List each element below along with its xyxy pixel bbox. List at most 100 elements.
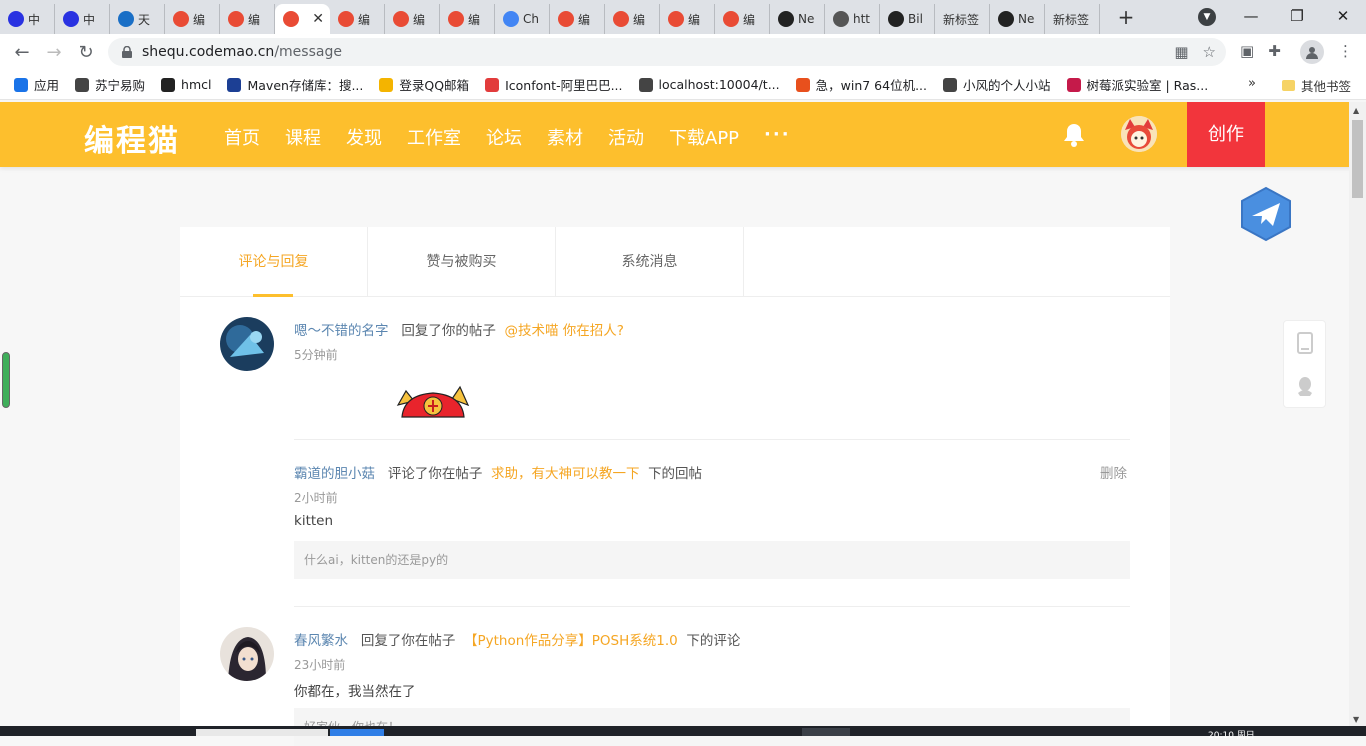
avatar[interactable]: [220, 627, 274, 681]
delete-button[interactable]: 删除: [1100, 462, 1127, 482]
close-window-icon[interactable]: ✕: [1320, 0, 1366, 32]
scroll-up-icon[interactable]: ▲: [1353, 106, 1359, 115]
create-button[interactable]: 创作: [1187, 102, 1265, 167]
browser-tab[interactable]: htt: [825, 4, 880, 34]
bookmark-icon: [1066, 77, 1081, 92]
browser-tab[interactable]: 编: [660, 4, 715, 34]
browser-tab[interactable]: Ch: [495, 4, 550, 34]
nav-item[interactable]: 首页: [224, 124, 260, 150]
close-tab-icon[interactable]: ✕: [312, 11, 324, 27]
username-link[interactable]: 春风繁水: [294, 633, 348, 649]
taskbar-search[interactable]: [196, 729, 328, 736]
qr-code-icon[interactable]: ▦: [1174, 43, 1188, 61]
page-scrollbar[interactable]: ▲ ▼: [1349, 102, 1366, 726]
browser-tab[interactable]: 编: [385, 4, 440, 34]
browser-tab[interactable]: Bil: [880, 4, 935, 34]
tab-likes-purchases[interactable]: 赞与被购买: [368, 227, 556, 296]
maximize-icon[interactable]: ❐: [1274, 0, 1320, 32]
scrollbar-thumb[interactable]: [1352, 120, 1363, 198]
bookmark-item[interactable]: 急，win7 64位机...: [795, 75, 927, 94]
reload-icon[interactable]: ↻: [70, 42, 102, 63]
browser-tab[interactable]: 编: [440, 4, 495, 34]
bookmarks-overflow-icon[interactable]: »: [1248, 76, 1256, 91]
browser-tab[interactable]: 中: [55, 4, 110, 34]
browser-tab[interactable]: 编: [220, 4, 275, 34]
username-link[interactable]: 嗯～不错的名字: [294, 323, 389, 339]
nav-item[interactable]: 发现: [346, 124, 382, 150]
tab-search-icon[interactable]: ▼: [1198, 8, 1216, 26]
side-scroll-handle[interactable]: [2, 352, 10, 408]
browser-tab[interactable]: 新标签: [1045, 4, 1100, 34]
nav-item[interactable]: 工作室: [407, 124, 461, 150]
browser-tab[interactable]: 天: [110, 4, 165, 34]
post-link[interactable]: 求助，有大神可以教一下: [491, 466, 640, 482]
browser-tab-strip: 中 中 天 编 编 ✕ 编 编 编 Ch 编 编 编 编 Ne htt Bil 新标签 Ne 新标签 +: [0, 0, 1366, 34]
taskbar-app[interactable]: [330, 729, 384, 736]
tab-system-messages[interactable]: 系统消息: [556, 227, 744, 296]
bookmark-item[interactable]: hmcl: [161, 77, 211, 92]
menu-dots-icon[interactable]: ⋮: [1338, 42, 1353, 60]
bookmark-item[interactable]: 应用: [14, 75, 59, 94]
bookmark-star-icon[interactable]: ☆: [1203, 43, 1216, 61]
puzzle-icon[interactable]: ✚: [1268, 42, 1281, 60]
browser-tab[interactable]: 编: [550, 4, 605, 34]
minimize-icon[interactable]: —: [1228, 0, 1274, 32]
codemao-icon: [338, 11, 354, 27]
timestamp: 5分钟前: [294, 348, 338, 362]
bookmark-item[interactable]: Iconfont-阿里巴巴...: [485, 75, 623, 94]
username-link[interactable]: 霸道的胆小菇: [294, 466, 375, 482]
avatar[interactable]: [220, 317, 274, 371]
bookmark-item[interactable]: 小风的个人小站: [943, 75, 1051, 94]
tab-comments-replies[interactable]: 评论与回复: [180, 227, 368, 297]
post-link[interactable]: 【Python作品分享】POSH系统1.0: [464, 633, 678, 649]
nav-item[interactable]: 素材: [547, 124, 583, 150]
codemao-icon: [228, 11, 244, 27]
nav-item[interactable]: 论坛: [486, 124, 522, 150]
forward-icon[interactable]: →: [38, 42, 70, 63]
browser-tab[interactable]: 编: [605, 4, 660, 34]
bell-icon[interactable]: [1062, 122, 1086, 148]
browser-tab[interactable]: 中: [0, 4, 55, 34]
nav-item[interactable]: 下载APP: [669, 124, 739, 150]
browser-tab[interactable]: 编: [330, 4, 385, 34]
mobile-icon[interactable]: [1296, 331, 1314, 354]
bookmark-item[interactable]: localhost:10004/t...: [638, 77, 780, 92]
post-link[interactable]: @技术喵 你在招人?: [504, 323, 623, 339]
message-line: 嗯～不错的名字 回复了你的帖子 @技术喵 你在招人?: [294, 319, 624, 339]
bookmark-item[interactable]: 登录QQ邮箱: [379, 75, 469, 94]
bookmark-item[interactable]: Maven存储库：搜...: [227, 75, 363, 94]
browser-tab-title: 新标签: [1053, 12, 1090, 27]
back-icon[interactable]: ←: [6, 42, 38, 63]
other-bookmarks[interactable]: 其他书签: [1282, 76, 1351, 95]
browser-tab[interactable]: 编: [715, 4, 770, 34]
bookmarks-bar: 应用 苏宁易购 hmcl Maven存储库：搜... 登录QQ邮箱 Iconfont-阿里…: [0, 70, 1366, 100]
codemao-icon: [613, 11, 629, 27]
browser-tab[interactable]: Ne: [990, 4, 1045, 34]
extension-icon[interactable]: ▣: [1240, 42, 1254, 60]
bookmark-item[interactable]: 苏宁易购: [75, 75, 145, 94]
bookmark-item[interactable]: 树莓派实验室 | Ras...: [1066, 75, 1208, 94]
qq-icon[interactable]: [1295, 375, 1315, 397]
browser-tab[interactable]: 新标签: [935, 4, 990, 34]
profile-icon[interactable]: [1300, 40, 1324, 64]
browser-tab[interactable]: Ne: [770, 4, 825, 34]
nav-item[interactable]: 活动: [608, 124, 644, 150]
site-logo[interactable]: 编程猫: [84, 116, 180, 160]
taskbar-app[interactable]: [802, 728, 850, 736]
news-icon: [118, 11, 134, 27]
new-tab-icon[interactable]: +: [1108, 5, 1144, 29]
user-avatar[interactable]: [1121, 116, 1157, 152]
scroll-down-icon[interactable]: ▼: [1353, 715, 1359, 724]
browser-tab-title: 天: [138, 12, 151, 27]
bird-widget-icon[interactable]: [1240, 186, 1292, 242]
omnibox[interactable]: shequ.codemao.cn/message ▦ ☆: [108, 38, 1226, 66]
browser-tab[interactable]: 编: [165, 4, 220, 34]
browser-tab-title: Ch: [523, 12, 539, 26]
browser-tab-title: 编: [468, 12, 481, 27]
nav-item[interactable]: 课程: [285, 124, 321, 150]
more-icon[interactable]: ···: [764, 124, 791, 150]
ne-icon: [888, 11, 904, 27]
message-panel: 评论与回复 赞与被购买 系统消息 嗯～不错的名字 回复了你的帖子 @技术喵 你在…: [180, 227, 1170, 746]
browser-tab[interactable]: ✕: [275, 4, 330, 34]
codemao-icon: [558, 11, 574, 27]
